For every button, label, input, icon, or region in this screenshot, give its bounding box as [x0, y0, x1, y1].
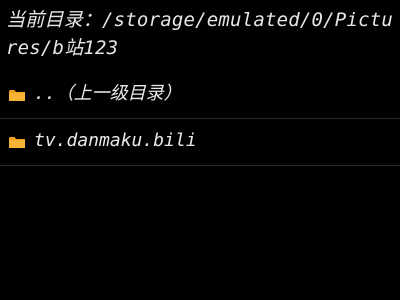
- file-browser-screen: 当前目录：/storage/emulated/0/Pictures/b站123 …: [0, 0, 400, 300]
- folder-icon: [9, 137, 25, 148]
- list-item-parent-directory[interactable]: ..（上一级目录）: [0, 72, 400, 119]
- list-item-label: tv.danmaku.bili: [34, 130, 197, 151]
- current-directory-label: 当前目录：: [6, 9, 103, 31]
- current-directory-path: 当前目录：/storage/emulated/0/Pictures/b站123: [6, 6, 394, 64]
- list-item-label: ..（上一级目录）: [34, 83, 182, 104]
- folder-icon: [9, 90, 25, 101]
- directory-list: ..（上一级目录） tv.danmaku.bili: [0, 72, 400, 166]
- list-item-tv-danmaku-bili[interactable]: tv.danmaku.bili: [0, 119, 400, 166]
